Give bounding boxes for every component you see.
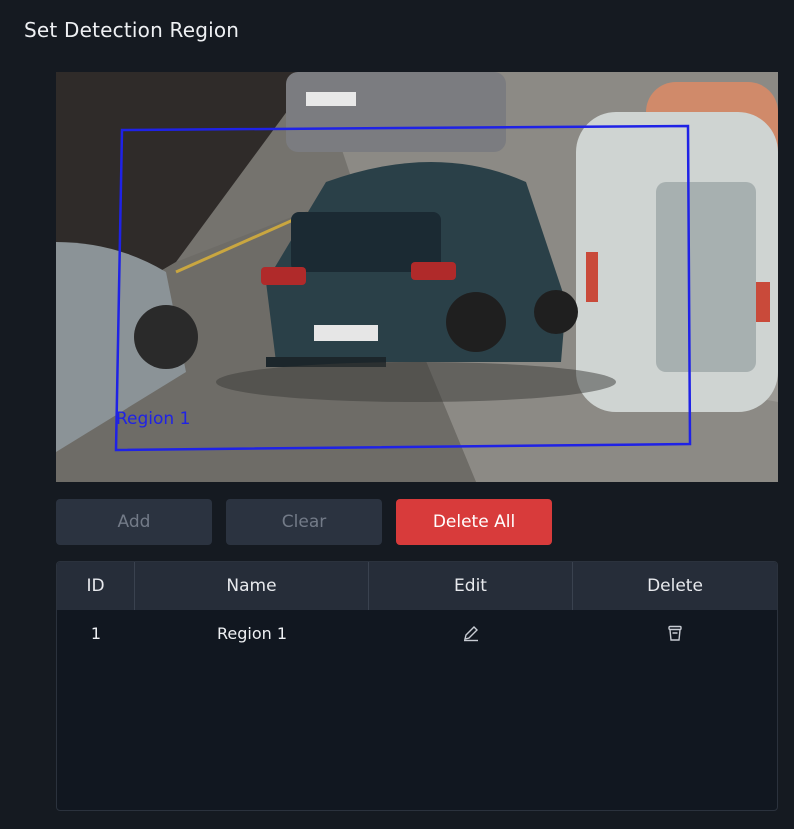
region-table: ID Name Edit Delete 1 Region 1 [56, 561, 778, 811]
pencil-icon[interactable] [459, 621, 483, 645]
table-header: ID Name Edit Delete [57, 562, 777, 610]
column-header-delete: Delete [647, 576, 703, 596]
page-title: Set Detection Region [24, 18, 240, 42]
row-id: 1 [90, 623, 102, 643]
clear-button[interactable]: Clear [226, 499, 382, 545]
add-button[interactable]: Add [56, 499, 212, 545]
column-header-edit: Edit [369, 562, 573, 610]
camera-preview[interactable]: Region 1 [56, 72, 778, 482]
table-row: 1 Region 1 [57, 610, 777, 656]
region-label: Region 1 [116, 409, 190, 429]
column-header-name: Name [135, 562, 369, 610]
row-name: Region 1 [216, 623, 288, 643]
column-header-id: ID [57, 562, 135, 610]
trash-icon[interactable] [663, 621, 687, 645]
delete-all-button[interactable]: Delete All [396, 499, 552, 545]
